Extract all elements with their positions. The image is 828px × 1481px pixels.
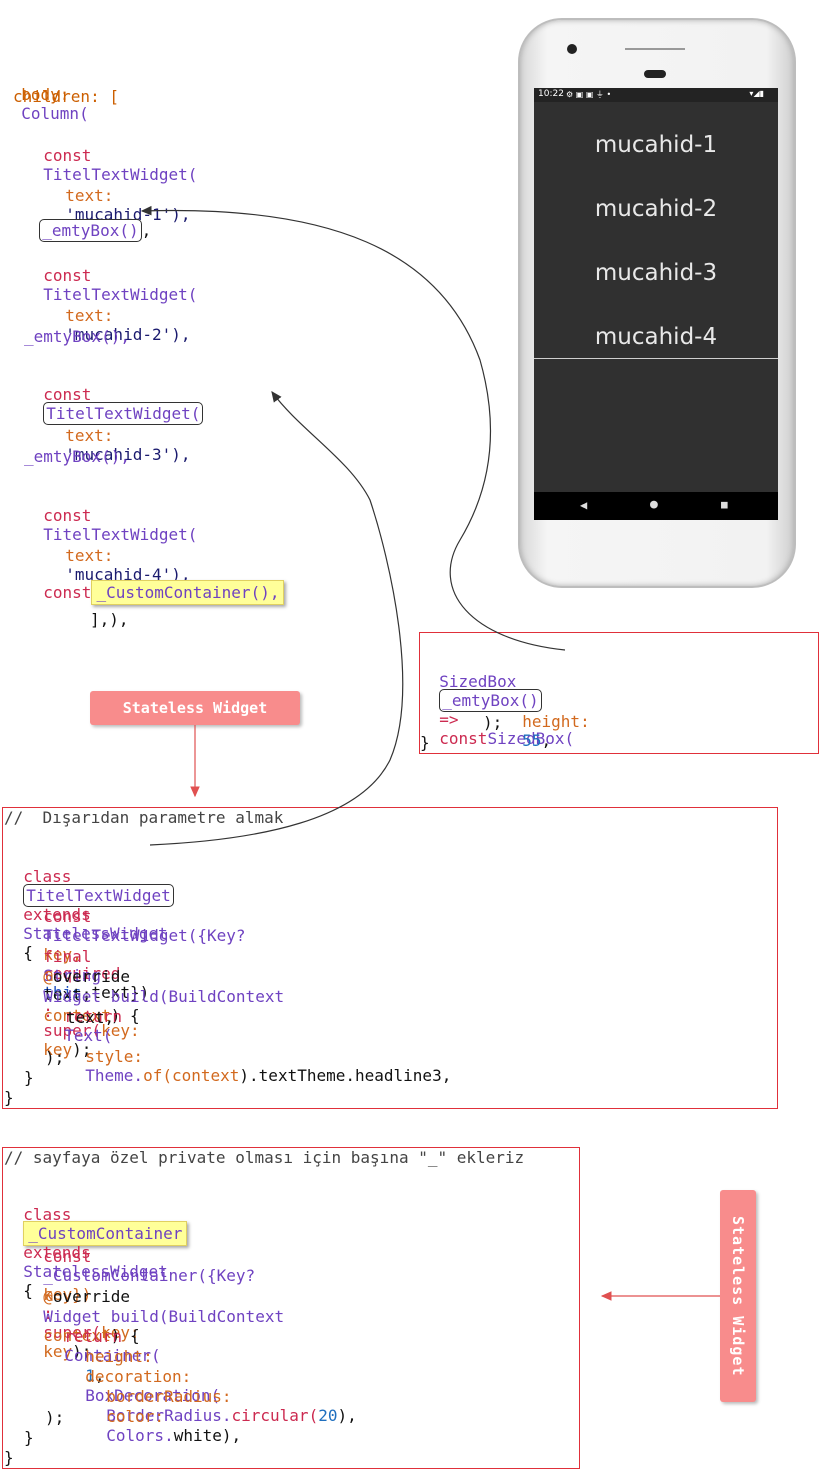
const-keyword: const [43,1247,92,1266]
children-line: children: [ [13,87,119,106]
custom-container-line [534,358,778,359]
home-icon[interactable]: ● [650,497,658,512]
status-icons-left: ⚙ ▣ ▣ ⏚ • [566,90,612,99]
titel-close-outer: } [4,1088,14,1107]
const-keyword: const [43,506,92,525]
status-time: 10:22 [538,89,564,99]
custom-container-highlight: _CustomContainer(), [91,580,285,605]
const-keyword: const [439,729,488,748]
sizedbox-close2: } [420,733,430,752]
color-param: color: [106,1407,165,1426]
text-param: text: [65,546,114,565]
mucahid-text-2: mucahid-2 [594,196,718,222]
stateless-widget-label-right-text: Stateless Widget [729,1215,747,1377]
text-param: text: [65,306,114,325]
sizedbox-height-line: height: 55, [503,693,590,750]
of-call: of( [143,1066,172,1085]
color-value: white), [173,1426,242,1445]
speaker-top [625,48,685,50]
titel-close-paren: ); [45,1048,65,1067]
stateless-widget-label-top: Stateless Widget [90,691,300,725]
const-keyword: const [43,907,92,926]
style-end: ).textTheme.headline3, [239,1066,452,1085]
custom-comment: // sayfaya özel private olması için başı… [4,1148,525,1167]
custom-color-arg: color: Colors.white), [87,1388,241,1445]
comma: , [141,221,152,240]
column-class: Column( [21,104,89,123]
const-keyword: const [43,583,92,602]
custom-close-outer: } [4,1448,14,1467]
context-arg: context [171,1066,240,1085]
navigation-bar: ◀ ● ■ [534,492,778,520]
recent-apps-icon[interactable]: ■ [721,498,728,511]
mucahid-text-1: mucahid-1 [594,132,718,158]
status-icons-right: ▾◢▮ [749,89,764,98]
emptybox1-line: _emtyBox(), [20,202,152,242]
sizedbox-close1: ); [483,713,503,732]
height-param: height: [522,712,590,731]
closing-line: ],), [90,610,129,629]
phone-screen: 10:22 ⚙ ▣ ▣ ⏚ • ▾◢▮ mucahid-1 mucahid-2 … [534,88,778,520]
radius-end: ), [337,1406,357,1425]
custom-line: const _CustomContainer(), [24,564,285,605]
titel-text-arg: text, [66,1008,115,1027]
stateless-widget-label-right: Stateless Widget [720,1190,756,1402]
height-value: 55 [522,731,542,750]
custom-close-paren: ); [45,1408,65,1427]
mucahid-text-4: mucahid-4 [594,324,718,350]
earpiece [644,70,666,78]
status-bar: 10:22 ⚙ ▣ ▣ ⏚ • ▾◢▮ [534,88,778,102]
titel-style-arg: style: Theme.of(context).textTheme.headl… [66,1028,451,1085]
style-param: style: [85,1047,144,1066]
circular-call: circular( [231,1406,319,1425]
text-param: text: [65,426,114,445]
titel-close-inner: } [24,1068,34,1087]
front-camera [567,44,577,54]
arrow-operator: => [439,710,459,729]
titel-comment: // Dışarıdan parametre almak [4,808,284,827]
phone-mockup: 10:22 ⚙ ▣ ▣ ⏚ • ▾◢▮ mucahid-1 mucahid-2 … [518,18,796,588]
emptybox-call-highlight: _emtyBox() [39,219,142,242]
back-icon[interactable]: ◀ [580,498,587,512]
colors-class: Colors. [106,1426,174,1445]
radius-value: 20 [318,1406,338,1425]
mucahid-text-3: mucahid-3 [594,260,718,286]
const-keyword: const [43,146,92,165]
const-keyword: const [43,266,92,285]
comma: , [541,731,552,750]
custom-close-inner: } [24,1428,34,1447]
theme-class: Theme. [85,1066,144,1085]
emptybox3-line: _emtyBox(), [24,447,130,466]
emptybox2-line: _emtyBox(), [24,327,130,346]
